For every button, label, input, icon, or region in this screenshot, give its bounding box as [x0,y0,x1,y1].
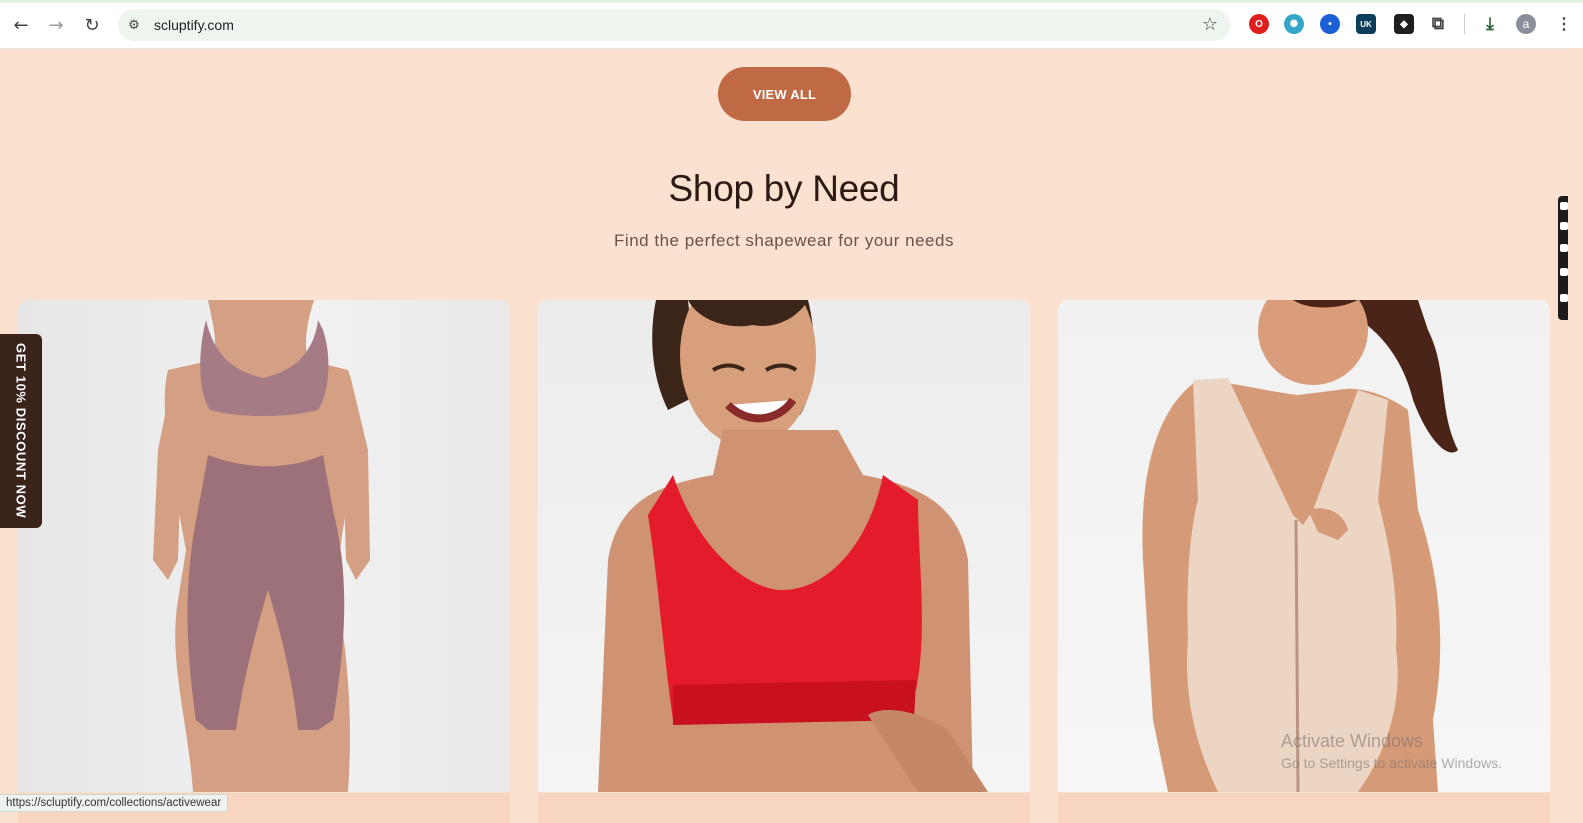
address-bar[interactable]: ⚙ scluptify.com ☆ [118,9,1230,41]
section-title: Shop by Need [668,168,900,209]
windows-activation-watermark: Activate Windows Go to Settings to activ… [1281,731,1502,771]
browser-menu-icon[interactable]: ⋮ [1554,14,1574,34]
view-all-button[interactable]: VIEW ALL [718,67,851,121]
page-load-indicator [0,0,1583,3]
bookmark-star-icon[interactable]: ☆ [1202,14,1218,35]
floating-share-widget[interactable] [1558,196,1568,320]
uk-badge: UK [1360,19,1372,29]
widget-settings-icon[interactable] [1560,294,1568,302]
activewear-model-illustration [153,300,370,792]
uk-extension-icon[interactable]: UK [1356,14,1376,34]
reload-icon[interactable]: ↻ [79,12,105,38]
widget-square-icon[interactable] [1560,244,1568,252]
scrollbar-track[interactable] [1568,48,1583,823]
browser-toolbar: ← → ↻ ⚙ scluptify.com ☆ O ✺ • UK ◆ ⧉ ⤓ a… [0,0,1583,49]
download-icon[interactable]: ⤓ [1480,14,1500,34]
profile-initial: a [1522,17,1530,31]
address-url[interactable]: scluptify.com [154,17,234,33]
extensions-puzzle-icon[interactable]: ⧉ [1428,14,1448,34]
bodysuit-model-illustration [1142,300,1458,792]
link-status-bar: https://scluptify.com/collections/active… [0,794,229,812]
site-info-icon[interactable]: ⚙ [126,17,142,33]
discount-tab-label: GET 10% DISCOUNT NOW [13,343,29,519]
widget-copy-icon[interactable] [1560,268,1568,276]
widget-link-icon[interactable] [1560,202,1568,210]
discount-tab[interactable]: GET 10% DISCOUNT NOW [0,334,42,528]
sports-bra-model-illustration [598,300,988,792]
card-image-activewear [18,300,510,792]
card-strip-right [1058,793,1550,823]
card-image-sports-bra [538,300,1030,792]
section-subtitle: Find the perfect shapewear for your need… [614,231,954,250]
profile-avatar[interactable]: a [1516,14,1536,34]
shop-card-sports-bra[interactable] [538,300,1030,792]
watermark-line-1: Activate Windows [1281,731,1424,751]
blue-extension-icon[interactable]: • [1320,14,1340,34]
toolbar-divider [1464,14,1465,34]
shop-card-activewear[interactable] [18,300,510,792]
widget-camera-icon[interactable] [1560,222,1568,230]
forward-icon[interactable]: → [43,12,69,38]
opera-extension-icon[interactable]: O [1249,14,1269,34]
back-icon[interactable]: ← [8,12,34,38]
shop-card-bodysuit[interactable] [1058,300,1550,792]
card-image-bodysuit [1058,300,1550,792]
translate-extension-icon[interactable]: ✺ [1284,14,1304,34]
card-strip-middle [538,793,1030,823]
green-extension-icon[interactable]: ◆ [1394,14,1414,34]
watermark-line-2: Go to Settings to activate Windows. [1281,755,1502,771]
